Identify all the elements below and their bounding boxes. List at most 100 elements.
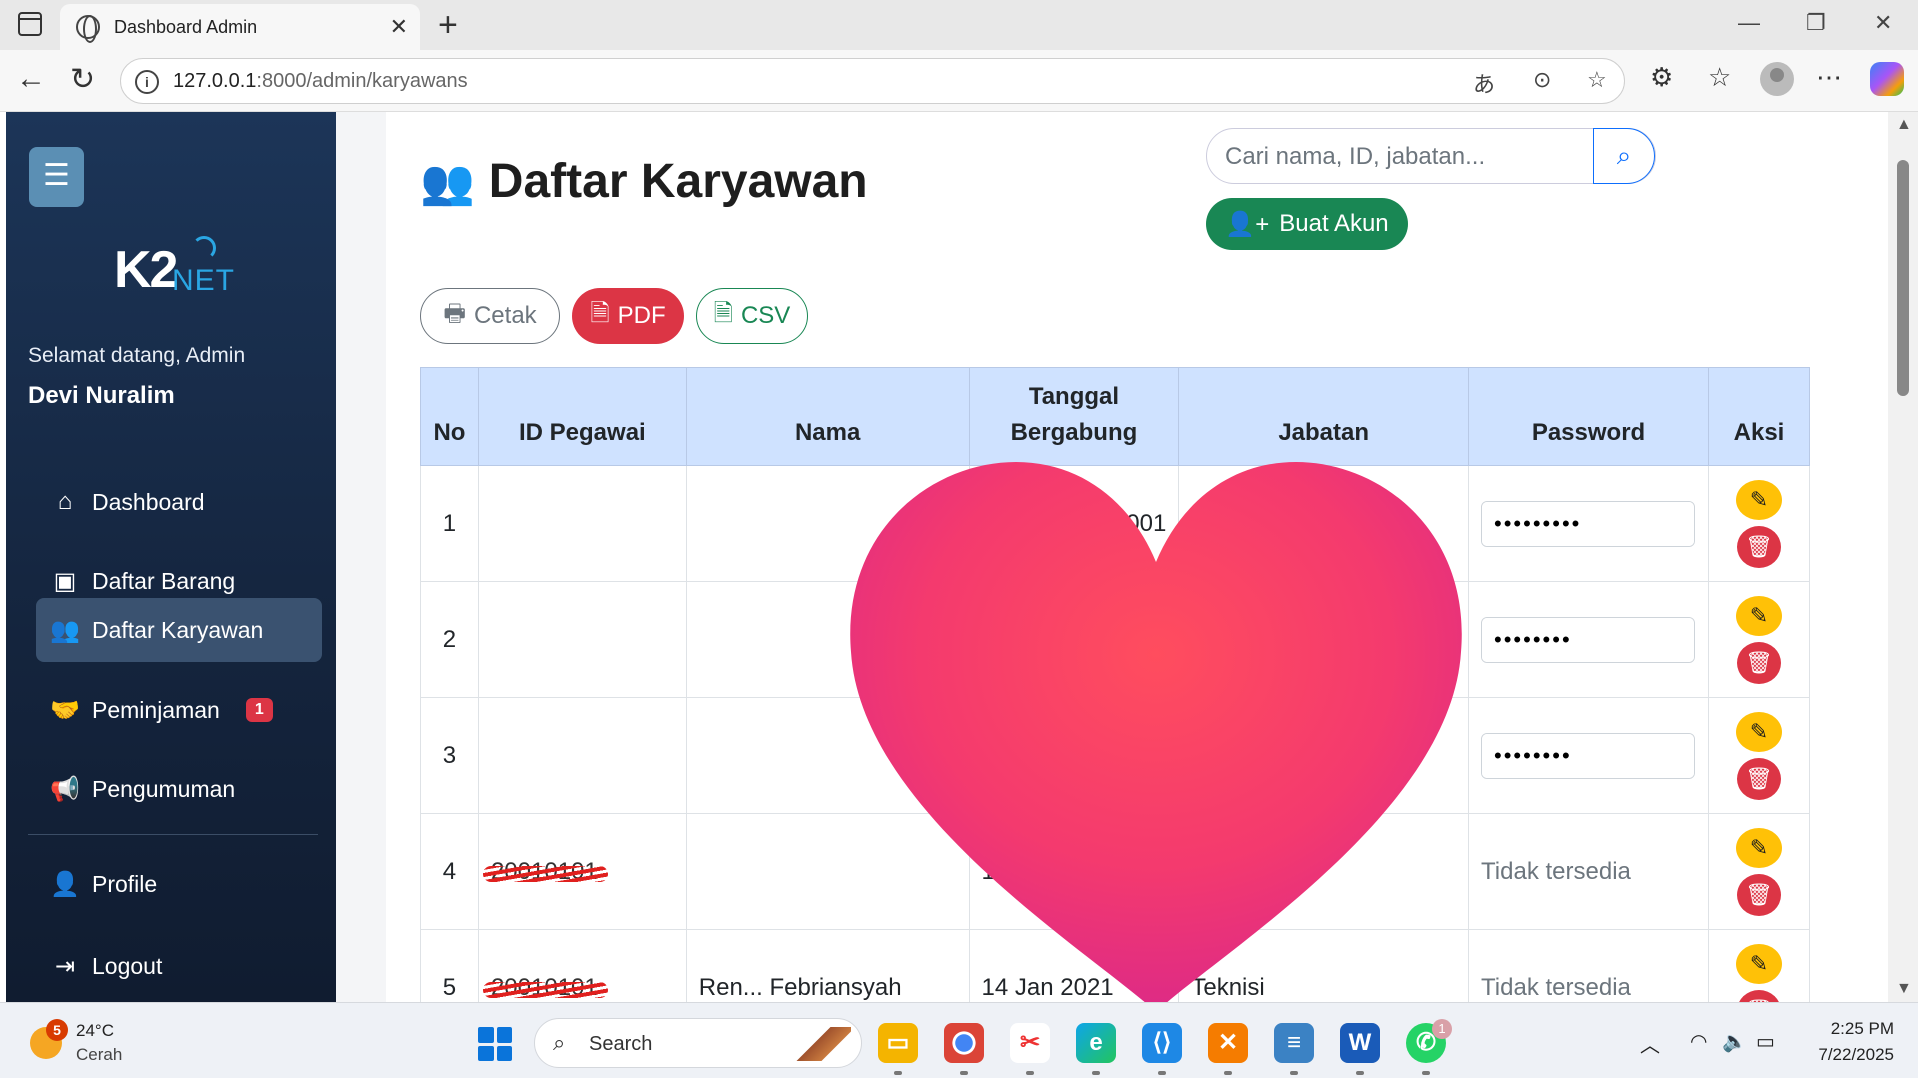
edit-button[interactable]: ✎ (1736, 479, 1782, 520)
redacted-id: 20010101 (482, 973, 608, 1001)
close-window-icon[interactable]: ✕ (1874, 10, 1892, 36)
sidebar: ☰ K2 NET Selamat datang, Admin Devi Nura… (6, 112, 336, 1002)
row-nama (685, 697, 970, 814)
table-row: 2 01 Customer Relations 👁 ✎🗑 (420, 581, 1810, 698)
scroll-down-icon[interactable]: ▼ (1896, 980, 1912, 998)
sidebar-item-logout[interactable]: ⇥ Logout (36, 934, 322, 998)
clock-time[interactable]: 2:25 PM (1828, 1019, 1894, 1039)
search-button[interactable]: ⌕ (1593, 128, 1655, 184)
column-header-no: No (420, 367, 479, 466)
profile-avatar[interactable] (1760, 62, 1794, 96)
scrollbar-thumb[interactable] (1897, 160, 1909, 396)
password-field-group: 👁 (1481, 500, 1696, 547)
extensions-icon[interactable]: ⚙ (1650, 62, 1673, 93)
battery-icon[interactable]: ▭ (1756, 1029, 1775, 1054)
favorite-star-icon[interactable]: ☆ (1587, 67, 1607, 93)
handshake-icon: 🤝 (50, 696, 80, 724)
pdf-file-icon: 🗎 (590, 299, 610, 327)
excel-file-icon: 🗎 (713, 299, 733, 327)
windows-start-icon[interactable] (478, 1027, 512, 1061)
row-actions: ✎🗑 (1708, 813, 1810, 930)
favorites-icon[interactable]: ☆ (1708, 62, 1731, 93)
password-field[interactable] (1482, 617, 1695, 662)
notepad-icon[interactable]: ≡ (1274, 1023, 1314, 1063)
table-header-row: No ID Pegawai Nama Tanggal Bergabung Jab… (420, 367, 1810, 466)
delete-button[interactable]: 🗑 (1737, 989, 1781, 1002)
menu-toggle-button[interactable]: ☰ (29, 147, 84, 207)
home-icon: ⌂ (57, 488, 73, 515)
wifi-icon[interactable]: ◠ (1690, 1029, 1707, 1054)
sidebar-item-profile[interactable]: 👤 Profile (36, 852, 322, 916)
csv-export-button[interactable]: 🗎 CSV (696, 288, 808, 344)
chrome-icon[interactable] (944, 1023, 984, 1063)
row-actions: ✎🗑 (1708, 465, 1810, 582)
sidebar-item-daftar-karyawan[interactable]: 👥 Daftar Karyawan (36, 598, 322, 662)
user-icon: 👤 (50, 870, 80, 898)
translate-icon[interactable]: あ (1473, 67, 1495, 99)
row-no: 3 (420, 697, 479, 814)
row-id: 20010101 (477, 813, 687, 930)
whatsapp-badge: 1 (1432, 1019, 1452, 1039)
row-tanggal: 2001 (968, 697, 1180, 814)
delete-button[interactable]: 🗑 (1737, 873, 1781, 916)
xampp-icon[interactable]: ✕ (1208, 1023, 1248, 1063)
edit-button[interactable]: ✎ (1736, 711, 1782, 752)
row-no: 5 (420, 929, 479, 1002)
password-field-group: 👁 (1481, 616, 1696, 663)
snipping-tool-icon[interactable]: ✂ (1010, 1023, 1050, 1063)
sidebar-item-peminjaman[interactable]: 🤝 Peminjaman 1 (36, 678, 322, 742)
greeting-text: Selamat datang, Admin (28, 344, 246, 367)
settings-more-icon[interactable]: ⋯ (1816, 62, 1842, 93)
delete-button[interactable]: 🗑 (1737, 525, 1781, 568)
print-button[interactable]: 🖶 Cetak (420, 288, 560, 344)
main-content: 👥 Daftar Karyawan ⌕ 👤+ Buat Akun 🖶 Cetak… (386, 112, 1810, 1002)
back-icon[interactable]: ← (16, 62, 46, 96)
copilot-icon[interactable] (1870, 62, 1904, 96)
running-indicator (1224, 1071, 1232, 1075)
weather-temp[interactable]: 24°C (76, 1021, 114, 1041)
column-header-id: ID Pegawai (477, 367, 687, 466)
row-tanggal: 01 (968, 581, 1180, 698)
more-actions-icon[interactable]: ⊙ (1533, 67, 1551, 93)
word-icon[interactable]: W (1340, 1023, 1380, 1063)
running-indicator (894, 1071, 902, 1075)
volume-icon[interactable]: 🔈 (1722, 1029, 1747, 1054)
weather-condition[interactable]: Cerah (76, 1045, 122, 1065)
password-field[interactable] (1482, 733, 1695, 778)
edit-button[interactable]: ✎ (1736, 595, 1782, 636)
new-tab-icon[interactable]: + (438, 6, 458, 45)
edge-icon[interactable]: e (1076, 1023, 1116, 1063)
minimize-icon[interactable]: — (1738, 10, 1760, 36)
column-header-aksi: Aksi (1708, 367, 1810, 466)
clock-date[interactable]: 7/22/2025 (1806, 1045, 1894, 1065)
pdf-export-button[interactable]: 🗎 PDF (572, 288, 684, 344)
show-hidden-icons-icon[interactable]: ︿ (1640, 1029, 1660, 1058)
username: Devi Nuralim (28, 382, 175, 409)
delete-button[interactable]: 🗑 (1737, 641, 1781, 684)
close-tab-icon[interactable]: ✕ (390, 14, 408, 40)
file-explorer-icon[interactable]: ▭ (878, 1023, 918, 1063)
edit-button[interactable]: ✎ (1736, 943, 1782, 984)
url-field[interactable]: i 127.0.0.1:8000/admin/karyawans あ ⊙ ☆ (120, 58, 1625, 104)
browser-tab[interactable]: Dashboard Admin ✕ (60, 4, 420, 50)
search-input[interactable] (1225, 143, 1575, 171)
row-password: 👁 (1468, 697, 1710, 814)
scroll-up-icon[interactable]: ▲ (1896, 116, 1912, 134)
site-info-icon[interactable]: i (135, 70, 159, 94)
sidebar-item-pengumuman[interactable]: 📢 Pengumuman (36, 757, 322, 821)
password-field[interactable] (1482, 501, 1695, 546)
tab-actions-icon[interactable] (18, 12, 42, 36)
row-nama: Ren... Febriansyah (685, 929, 970, 1002)
taskbar-search[interactable]: ⌕ Search (534, 1018, 862, 1068)
edit-button[interactable]: ✎ (1736, 827, 1782, 868)
create-account-button[interactable]: 👤+ Buat Akun (1206, 198, 1408, 250)
vscode-icon[interactable]: ⟨⟩ (1142, 1023, 1182, 1063)
reload-icon[interactable]: ↻ (70, 62, 95, 97)
table-row: 5 20010101 Ren... Febriansyah 14 Jan 202… (420, 929, 1810, 1002)
restore-icon[interactable]: ❐ (1806, 10, 1826, 36)
globe-icon (76, 15, 100, 43)
page-scrollbar[interactable]: ▲ ▼ (1888, 112, 1918, 1002)
sidebar-item-dashboard[interactable]: ⌂ Dashboard (36, 470, 322, 534)
delete-button[interactable]: 🗑 (1737, 757, 1781, 800)
running-indicator (1290, 1071, 1298, 1075)
